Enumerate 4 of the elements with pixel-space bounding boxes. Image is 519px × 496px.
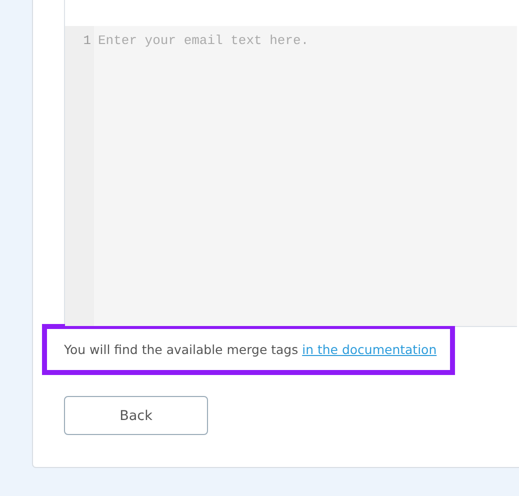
email-text-field[interactable]: Enter your email text here. [94,26,517,326]
back-button[interactable]: Back [64,396,208,435]
line-number: 1 [82,32,91,49]
merge-tags-note: You will find the available merge tags in the documentation [42,324,455,375]
